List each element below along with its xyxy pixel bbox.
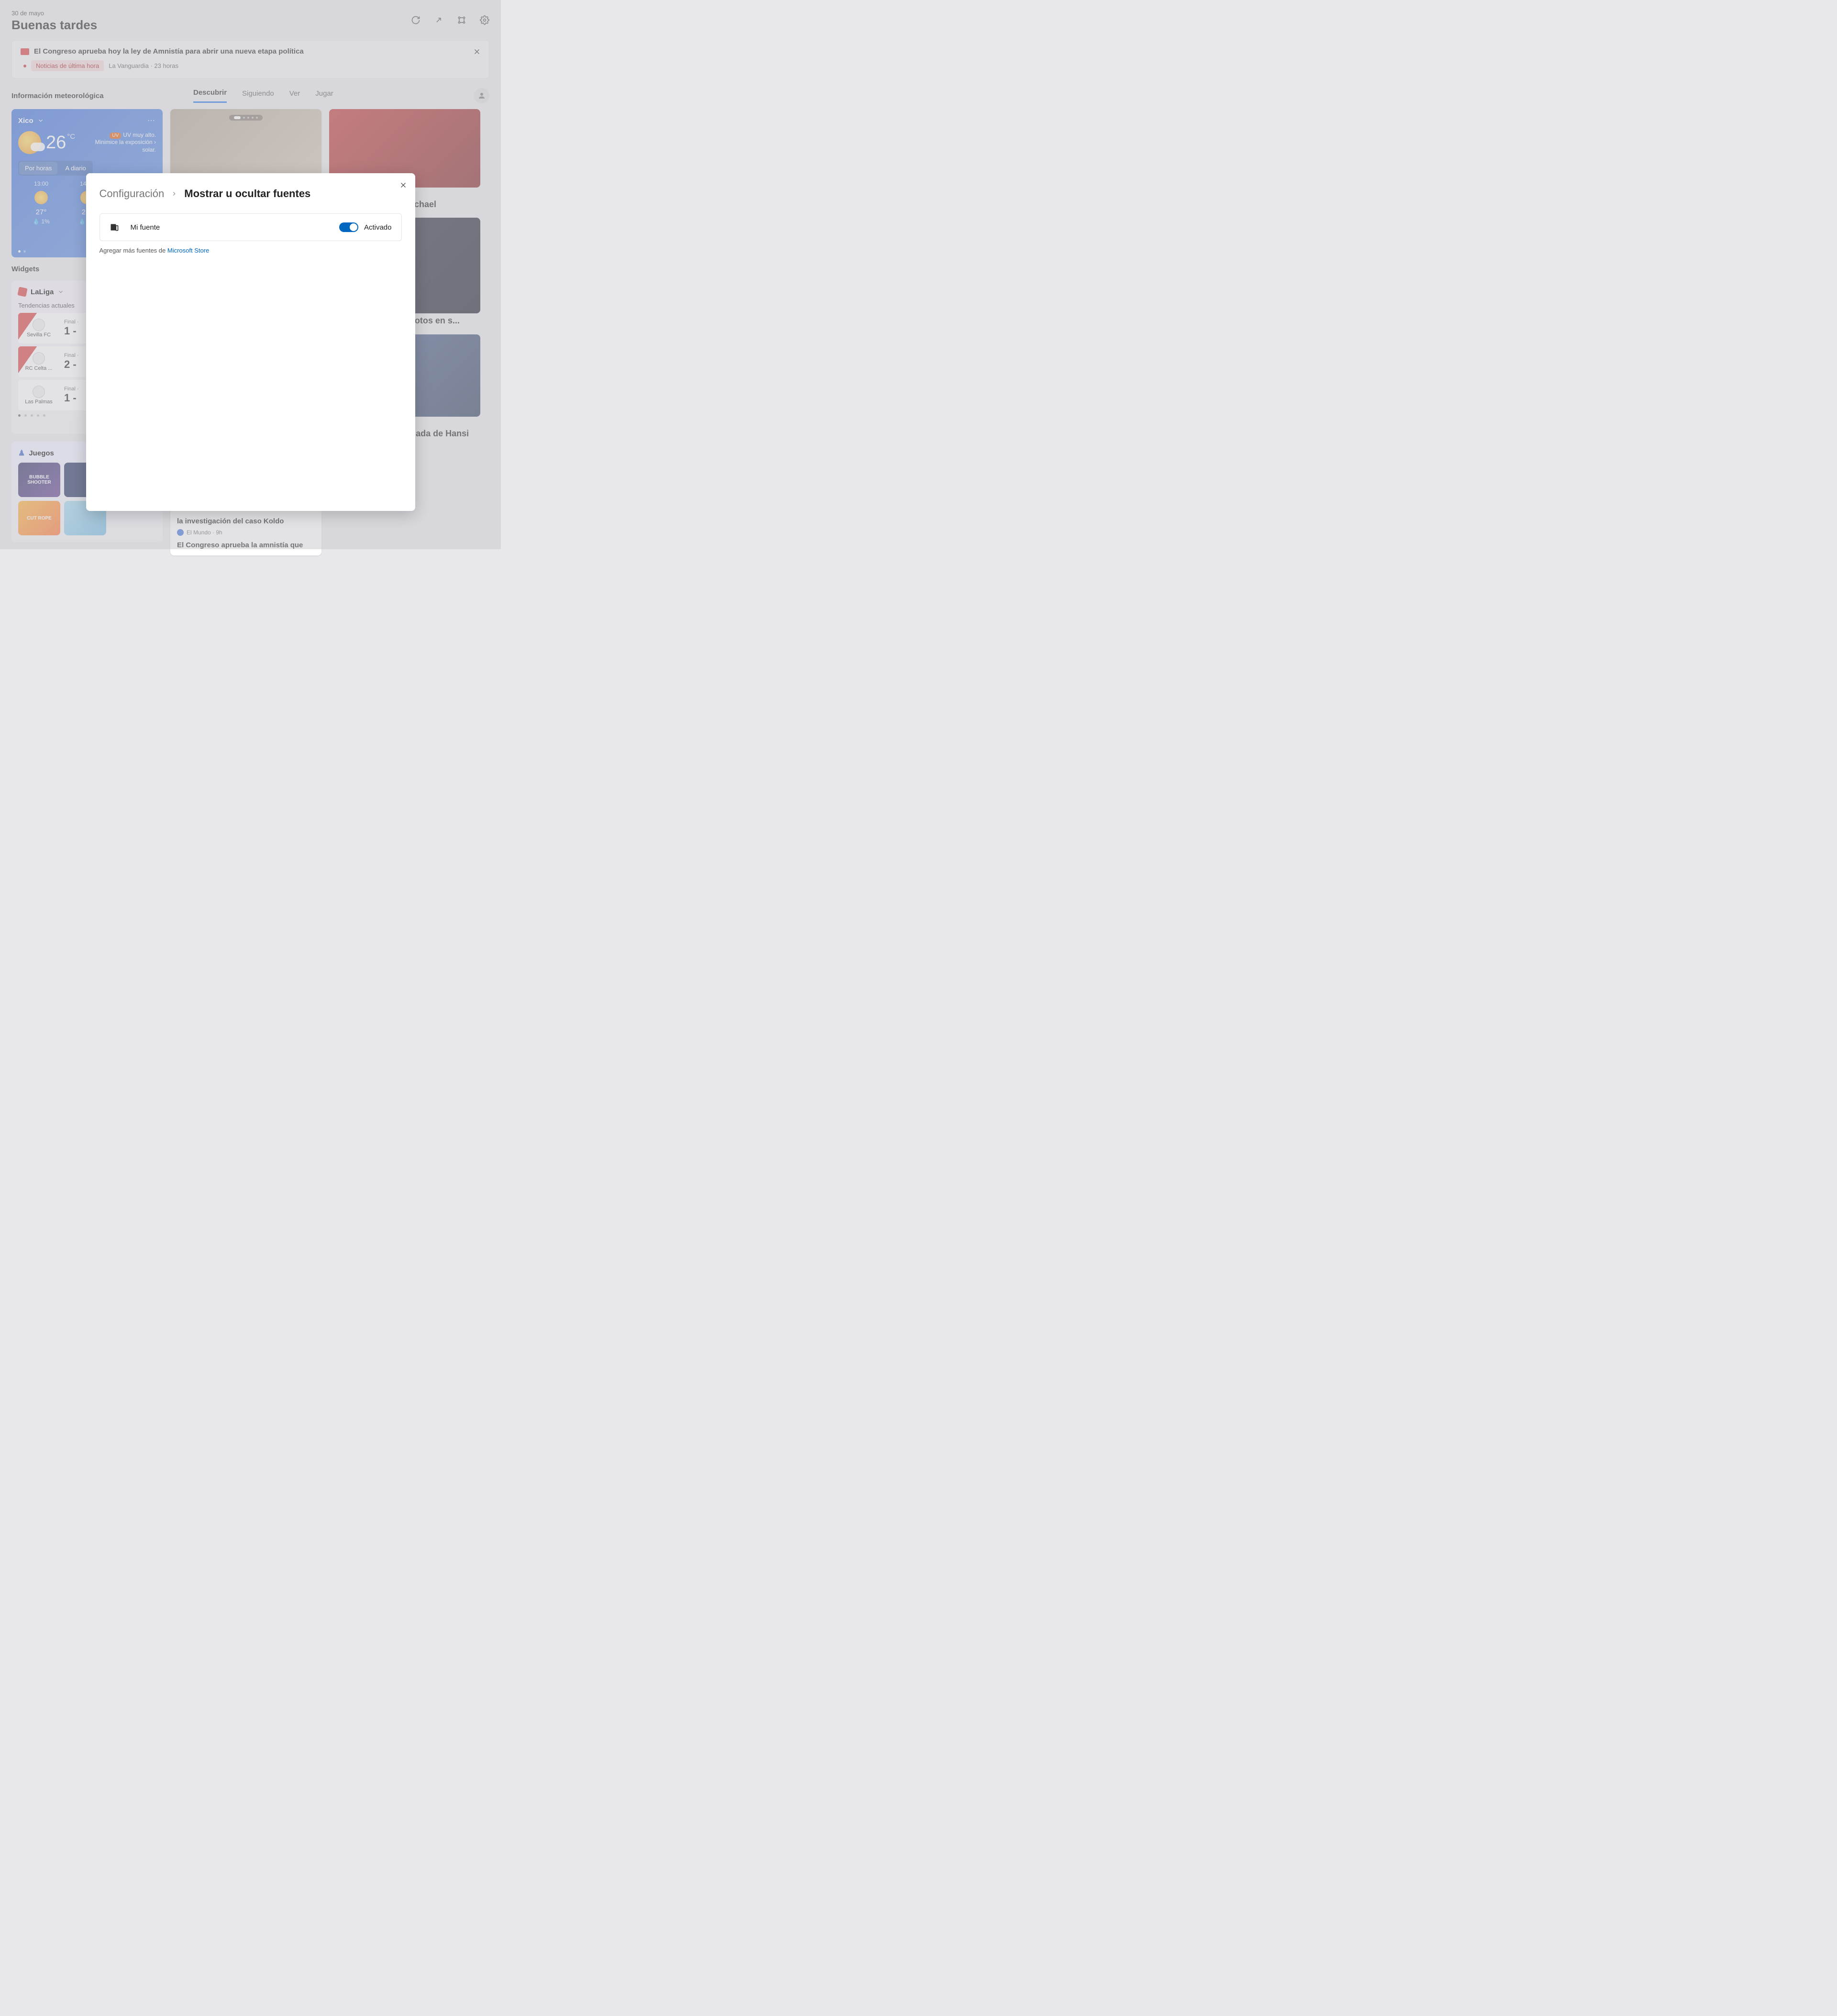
close-icon[interactable] bbox=[399, 181, 408, 189]
breadcrumb-root[interactable]: Configuración bbox=[100, 188, 165, 200]
add-more-sources: Agregar más fuentes de Microsoft Store bbox=[100, 247, 402, 254]
feed-name: Mi fuente bbox=[131, 223, 339, 232]
settings-modal: Configuración Mostrar u ocultar fuentes … bbox=[86, 173, 415, 511]
feed-toggle[interactable] bbox=[339, 222, 358, 232]
breadcrumb: Configuración Mostrar u ocultar fuentes bbox=[100, 188, 402, 200]
chevron-right-icon bbox=[171, 190, 177, 197]
toggle-state-label: Activado bbox=[364, 223, 392, 232]
newspaper-icon bbox=[110, 222, 119, 232]
feed-toggle-row: Mi fuente Activado bbox=[100, 213, 402, 241]
microsoft-store-link[interactable]: Microsoft Store bbox=[167, 247, 209, 254]
breadcrumb-leaf: Mostrar u ocultar fuentes bbox=[184, 188, 310, 200]
